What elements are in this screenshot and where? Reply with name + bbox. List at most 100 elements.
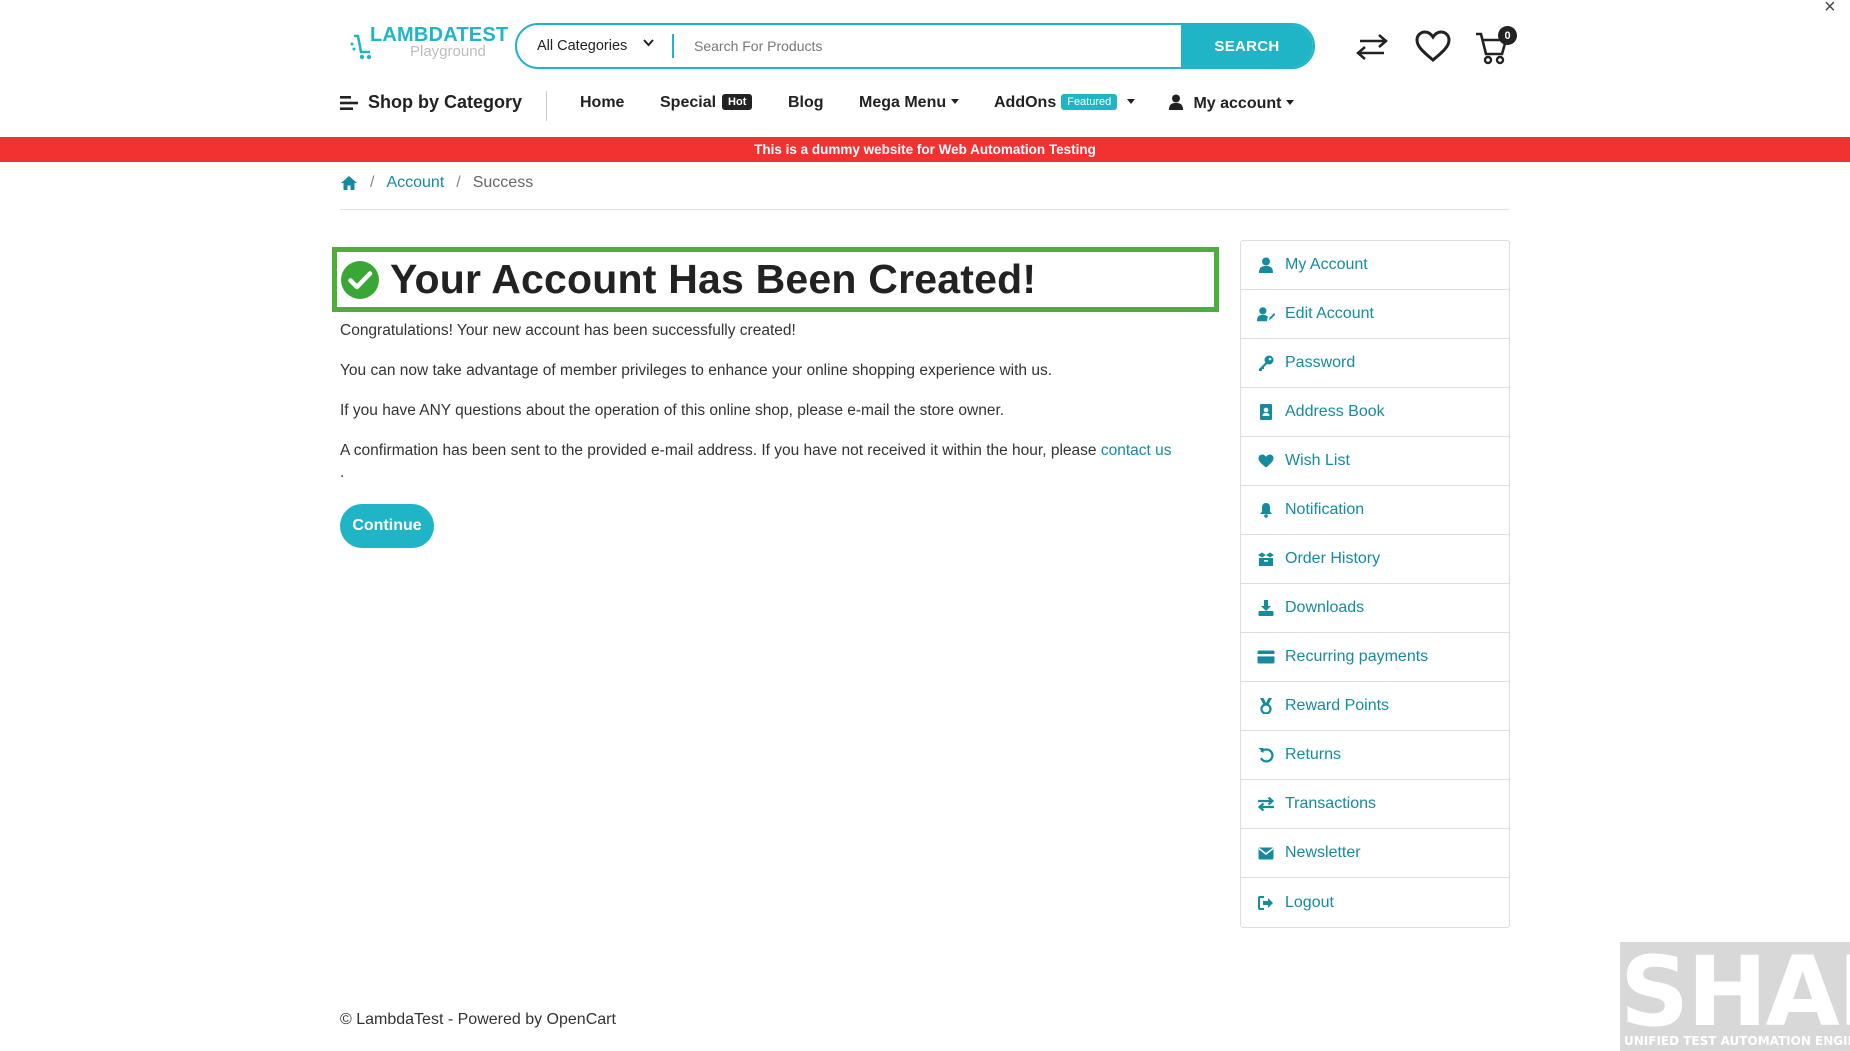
category-select-value: All Categories <box>537 38 628 54</box>
shaft-watermark-subtitle: UNIFIED TEST AUTOMATION ENGINE <box>1624 1034 1850 1048</box>
contact-us-link[interactable]: contact us <box>1101 442 1172 459</box>
sidebar-item-returns[interactable]: Returns <box>1241 731 1509 780</box>
featured-badge: Featured <box>1061 94 1118 110</box>
sidebar-item-label: Wish List <box>1285 452 1350 469</box>
breadcrumb-divider <box>340 209 1510 210</box>
sidebar-item-downloads[interactable]: Downloads <box>1241 584 1509 633</box>
sidebar-item-newsletter[interactable]: Newsletter <box>1241 829 1509 878</box>
sidebar-item-edit-account[interactable]: Edit Account <box>1241 290 1509 339</box>
user-icon <box>1169 94 1183 110</box>
search-placeholder: Search For Products <box>694 38 823 54</box>
cart-count-badge: 0 <box>1498 26 1517 45</box>
sidebar-item-label: Returns <box>1285 746 1342 763</box>
sidebar-item-logout[interactable]: Logout <box>1241 878 1509 927</box>
category-select[interactable]: All Categories <box>517 25 672 67</box>
key-icon <box>1257 354 1275 372</box>
confirmation-text-end: . <box>340 464 345 481</box>
sidebar-item-password[interactable]: Password <box>1241 339 1509 388</box>
sidebar-item-notification[interactable]: Notification <box>1241 486 1509 535</box>
home-icon[interactable] <box>340 175 358 191</box>
sidebar-item-label: Address Book <box>1285 403 1385 420</box>
heart-icon <box>1257 452 1275 470</box>
sidebar-item-transactions[interactable]: Transactions <box>1241 780 1509 829</box>
medal-icon <box>1257 697 1275 715</box>
search-button[interactable]: SEARCH <box>1181 25 1313 67</box>
user-edit-icon <box>1257 305 1275 323</box>
sidebar-item-label: Password <box>1285 354 1356 371</box>
nav-item-my-account[interactable]: My account <box>1169 94 1295 113</box>
success-heading-box: Your Account Has Been Created! <box>332 247 1219 312</box>
user-icon <box>1257 256 1275 274</box>
breadcrumb-separator: / <box>456 174 461 191</box>
shaft-watermark-logo: SHAFT UNIFIED TEST AUTOMATION ENGINE <box>1620 942 1850 1051</box>
chevron-down-icon <box>643 39 654 47</box>
sidebar-item-wish-list[interactable]: Wish List <box>1241 437 1509 486</box>
sidebar-item-label: Notification <box>1285 501 1365 518</box>
footer-copyright: © LambdaTest - Powered by OpenCart <box>340 1011 616 1028</box>
shop-by-category-button[interactable]: Shop by Category <box>340 92 522 113</box>
nav-item-home[interactable]: Home <box>580 94 624 112</box>
sidebar-item-label: Order History <box>1285 550 1381 567</box>
sidebar-item-recurring-payments[interactable]: Recurring payments <box>1241 633 1509 682</box>
nav-item-mega-menu[interactable]: Mega Menu <box>859 94 960 112</box>
congrats-text: Congratulations! Your new account has be… <box>340 322 796 339</box>
breadcrumb-separator: / <box>370 174 375 191</box>
page-title: Your Account Has Been Created! <box>390 256 1037 302</box>
sidebar-item-label: Edit Account <box>1285 305 1374 322</box>
download-icon <box>1257 599 1275 617</box>
sidebar-item-label: My Account <box>1285 256 1368 273</box>
cart-logo-icon <box>350 34 372 60</box>
continue-button[interactable]: Continue <box>340 504 434 548</box>
caret-down-icon <box>951 99 960 104</box>
confirmation-text-body: A confirmation has been sent to the prov… <box>340 442 1097 459</box>
account-sidebar: My Account Edit Account Password Address… <box>1240 240 1510 928</box>
search-input[interactable]: Search For Products <box>674 25 1181 67</box>
privileges-text: You can now take advantage of member pri… <box>340 362 1053 379</box>
nav-item-addons-label: AddOns <box>994 94 1057 111</box>
main-nav: Shop by Category Home Special Hot Blog Me… <box>0 88 1850 122</box>
test-site-banner: This is a dummy website for Web Automati… <box>0 137 1850 162</box>
nav-item-my-account-label: My account <box>1193 95 1282 112</box>
sidebar-item-my-account[interactable]: My Account <box>1241 241 1509 290</box>
caret-down-icon <box>1127 99 1136 104</box>
sidebar-item-label: Newsletter <box>1285 844 1361 861</box>
sidebar-item-label: Reward Points <box>1285 697 1390 714</box>
compare-icon[interactable] <box>1354 33 1390 61</box>
nav-item-addons[interactable]: AddOns Featured <box>994 94 1136 112</box>
menu-bars-icon <box>340 95 358 110</box>
sign-out-icon <box>1257 894 1275 912</box>
check-circle-icon <box>341 260 379 299</box>
credit-card-icon <box>1257 648 1275 666</box>
boxes-icon <box>1257 550 1275 568</box>
nav-item-home-label: Home <box>580 94 625 111</box>
nav-item-blog[interactable]: Blog <box>788 94 824 112</box>
sidebar-item-reward-points[interactable]: Reward Points <box>1241 682 1509 731</box>
nav-item-special-label: Special <box>660 94 717 111</box>
shop-by-category-label: Shop by Category <box>368 92 523 112</box>
envelope-icon <box>1257 844 1275 862</box>
site-logo[interactable]: LAMBDATEST Playground <box>350 24 508 72</box>
sidebar-item-label: Logout <box>1285 893 1334 911</box>
shaft-watermark-title: SHAFT <box>1620 942 1850 1048</box>
nav-item-special[interactable]: Special Hot <box>660 94 753 112</box>
nav-divider <box>546 91 547 121</box>
nav-item-blog-label: Blog <box>788 94 824 111</box>
breadcrumb: / Account / Success <box>340 174 533 192</box>
sidebar-item-order-history[interactable]: Order History <box>1241 535 1509 584</box>
close-icon[interactable]: × <box>1824 0 1836 19</box>
wishlist-heart-icon[interactable] <box>1414 29 1452 63</box>
nav-item-mega-menu-label: Mega Menu <box>859 94 947 111</box>
site-header: LAMBDATEST Playground All Categories Sea… <box>0 0 1850 137</box>
breadcrumb-account-link[interactable]: Account <box>386 174 444 192</box>
hot-badge: Hot <box>722 94 753 110</box>
undo-icon <box>1257 746 1275 764</box>
bell-icon <box>1257 501 1275 519</box>
address-book-icon <box>1257 403 1275 421</box>
sidebar-item-label: Downloads <box>1285 599 1365 616</box>
sidebar-item-address-book[interactable]: Address Book <box>1241 388 1509 437</box>
confirmation-text: A confirmation has been sent to the prov… <box>340 442 1171 460</box>
questions-text: If you have ANY questions about the oper… <box>340 402 1005 419</box>
logo-sub-text: Playground <box>410 43 486 60</box>
search-bar: All Categories Search For Products SEARC… <box>515 23 1315 69</box>
sidebar-item-label: Transactions <box>1285 795 1376 812</box>
